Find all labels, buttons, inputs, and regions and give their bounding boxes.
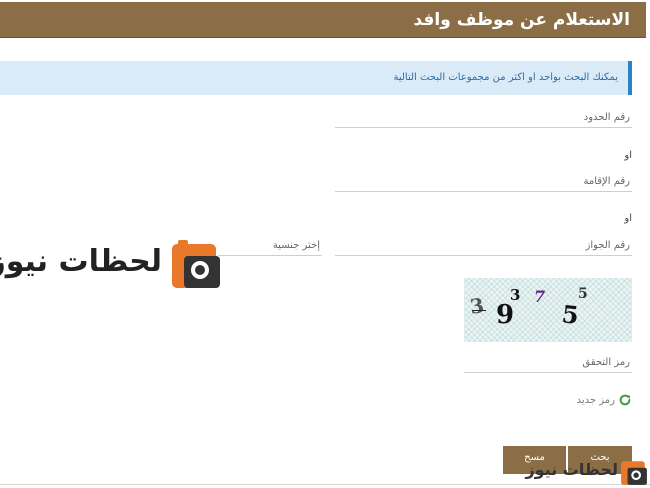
search-hint-banner: يمكنك البحث بواحد او اكثر من مجموعات الب… xyxy=(0,61,632,95)
watermark-logo: لحظات نيوز xyxy=(0,236,224,292)
new-captcha-link[interactable]: رمز جديد xyxy=(560,392,632,408)
camera-logo-icon xyxy=(621,461,647,485)
passport-number-input[interactable] xyxy=(335,236,632,255)
iqama-number-field[interactable] xyxy=(335,172,632,192)
nationality-select[interactable] xyxy=(218,236,322,256)
border-number-input[interactable] xyxy=(335,108,632,127)
new-captcha-label: رمز جديد xyxy=(576,394,615,406)
captcha-char: 5 xyxy=(560,299,581,330)
watermark-text: لحظات نيوز xyxy=(0,244,162,279)
nationality-select-input[interactable] xyxy=(218,236,322,255)
camera-logo-icon xyxy=(172,240,220,288)
iqama-number-input[interactable] xyxy=(335,172,632,191)
or-label: او xyxy=(624,150,632,161)
captcha-code-input[interactable] xyxy=(464,353,632,372)
captcha-strike xyxy=(472,310,486,311)
or-label: او xyxy=(624,213,632,224)
captcha-char: 7 xyxy=(534,287,546,306)
watermark-text: لحظات نيوز xyxy=(525,460,618,479)
captcha-char: 3 xyxy=(468,293,486,319)
passport-number-field[interactable] xyxy=(335,236,632,256)
refresh-icon xyxy=(619,394,631,406)
page-title: الاستعلام عن موظف وافد xyxy=(0,2,646,38)
captcha-code-field[interactable] xyxy=(464,353,632,373)
captcha-image: 3 9 3 7 5 5 xyxy=(464,278,632,342)
captcha-char: 3 xyxy=(510,286,521,304)
watermark-logo-small: لحظات نيوز xyxy=(525,456,650,486)
captcha-char: 9 xyxy=(496,300,515,330)
captcha-char: 5 xyxy=(578,286,588,302)
border-number-field[interactable] xyxy=(335,108,632,128)
